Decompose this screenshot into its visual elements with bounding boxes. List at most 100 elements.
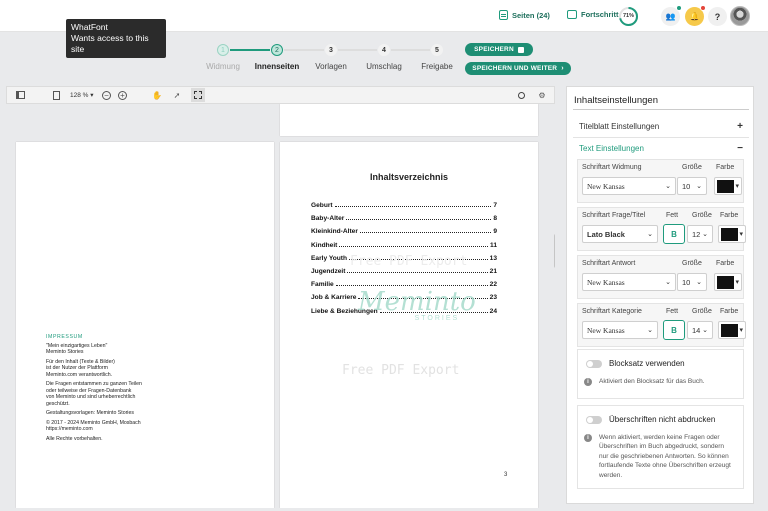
minus-icon: − <box>737 143 743 154</box>
bold-label: Fett <box>666 212 679 219</box>
info-icon: i <box>584 434 592 442</box>
zoom-in-icon[interactable]: + <box>118 91 127 100</box>
font-group-label: Schriftart Antwort <box>582 260 636 267</box>
justify-toggle[interactable] <box>586 360 602 368</box>
step-5-label[interactable]: Freigabe <box>421 62 453 71</box>
step-connector <box>230 49 270 51</box>
color-label: Farbe <box>720 308 739 315</box>
zoom-select[interactable]: 128 % ▾ <box>70 91 94 99</box>
step-1-marker[interactable]: 1 <box>217 44 229 56</box>
step-5-marker[interactable]: 5 <box>431 44 443 56</box>
user-add-button[interactable]: 👥 <box>661 5 682 26</box>
color-picker[interactable]: ▾ <box>718 225 746 243</box>
chevron-right-icon: › <box>561 65 564 72</box>
bold-toggle-button[interactable]: B <box>663 320 685 340</box>
pages-button[interactable]: Seiten (24) <box>499 10 550 20</box>
font-group: Schriftart Widmung New Kansas ⌄ Größe 10 ⌄ Far… <box>577 159 744 203</box>
viewer-scrollbar[interactable] <box>554 234 555 268</box>
step-4-marker[interactable]: 4 <box>378 44 390 56</box>
step-connector <box>391 49 430 51</box>
toc-entry: Kleinkind-Alter 9 <box>311 228 497 235</box>
imprint-block: IMPRESSUM "Mein einzigartiges Leben" Memi… <box>46 334 142 442</box>
font-family-value: New Kansas <box>587 325 625 335</box>
font-family-select[interactable]: New Kansas ⌄ <box>582 321 658 339</box>
watermark-text-2: Free PDF Export <box>342 363 460 378</box>
font-size-value: 10 <box>682 277 691 287</box>
bell-icon: 🔔 <box>689 12 700 21</box>
sidebar-toggle-icon[interactable] <box>15 90 25 100</box>
font-family-select[interactable]: New Kansas ⌄ <box>582 177 676 195</box>
font-size-value: 12 <box>692 229 701 239</box>
bold-icon: B <box>671 229 677 239</box>
font-size-select[interactable]: 14 ⌄ <box>687 321 713 339</box>
color-label: Farbe <box>716 164 735 171</box>
step-3-marker[interactable]: 3 <box>325 44 337 56</box>
progress-button[interactable]: Fortschritt <box>567 10 619 19</box>
imprint-line: von Meminto und sind urheberrechtlich <box>46 394 136 400</box>
zoom-value: 128 % <box>70 92 89 99</box>
font-size-select[interactable]: 12 ⌄ <box>687 225 713 243</box>
toc-entry-page: 8 <box>493 215 497 223</box>
notifications-button[interactable]: 🔔 <box>685 5 706 26</box>
toc-entry: Geburt 7 <box>311 202 497 209</box>
color-label: Farbe <box>716 260 735 267</box>
accordion-text-settings[interactable]: Text Einstellungen − <box>573 137 749 159</box>
titlepage-label: Titelblatt Einstellungen <box>579 121 660 131</box>
toc-leader-dots <box>334 206 492 207</box>
info-icon: i <box>584 378 592 386</box>
toc-entry-page: 21 <box>489 268 497 275</box>
color-swatch <box>721 228 738 241</box>
chevron-down-icon: ⌄ <box>665 279 671 286</box>
step-connector <box>284 49 324 51</box>
step-2-label[interactable]: Innenseiten <box>255 62 299 71</box>
save-button[interactable]: SPEICHERN <box>465 43 533 56</box>
avatar[interactable] <box>730 6 750 26</box>
hand-tool-icon[interactable]: ✋ <box>152 90 162 100</box>
bold-toggle-button[interactable]: B <box>663 224 685 244</box>
pdf-page-toc: Inhaltsverzeichnis Geburt 7 Baby-Alter 8 Kle… <box>280 142 538 508</box>
toc-entry: Jugendzeit 21 <box>311 268 497 275</box>
justify-label: Blocksatz verwenden <box>609 359 685 368</box>
color-picker[interactable]: ▾ <box>714 273 742 291</box>
font-family-value: New Kansas <box>587 277 625 287</box>
accordion-titlepage[interactable]: Titelblatt Einstellungen + <box>573 115 749 137</box>
marquee-tool-icon[interactable] <box>191 88 205 102</box>
step-4-label[interactable]: Umschlag <box>366 62 402 71</box>
font-size-select[interactable]: 10 ⌄ <box>677 273 707 291</box>
toc-entry-label: Job & Karriere <box>311 294 357 302</box>
color-swatch <box>717 180 734 193</box>
save-continue-label: SPEICHERN UND WEITER <box>472 65 558 72</box>
pdf-page-previous <box>280 104 538 136</box>
pdf-viewer[interactable]: IMPRESSUM "Mein einzigartiges Leben" Memi… <box>6 104 555 508</box>
step-3-label[interactable]: Vorlagen <box>315 62 347 71</box>
step-2-marker[interactable]: 2 <box>271 44 283 56</box>
font-size-select[interactable]: 10 ⌄ <box>677 177 707 195</box>
text-settings-label: Text Einstellungen <box>579 144 644 153</box>
step-1-label[interactable]: Widmung <box>206 62 240 71</box>
watermark-text-1: Free PDF Export <box>350 254 468 269</box>
chevron-down-icon: ⌄ <box>647 327 653 334</box>
zoom-out-icon[interactable]: − <box>102 91 111 100</box>
headings-toggle[interactable] <box>586 416 602 424</box>
size-label: Größe <box>682 164 702 171</box>
font-family-select[interactable]: Lato Black ⌄ <box>582 225 658 243</box>
save-continue-button[interactable]: SPEICHERN UND WEITER › <box>465 62 571 75</box>
font-group: Schriftart Kategorie New Kansas ⌄ Fett B Größ… <box>577 303 746 347</box>
toc-leader-dots <box>346 219 492 221</box>
font-family-select[interactable]: New Kansas ⌄ <box>582 273 676 291</box>
help-button[interactable]: ? <box>708 7 727 26</box>
pdf-page-imprint: IMPRESSUM "Mein einzigartiges Leben" Memi… <box>16 142 274 508</box>
settings-icon[interactable]: ⚙ <box>537 90 547 100</box>
headings-info-line: fortlaufende Texte ohne Überschriften er… <box>599 462 731 470</box>
search-icon[interactable] <box>516 90 526 100</box>
page-number: 3 <box>504 472 508 478</box>
headings-info-line: Wenn aktiviert, werden keine Fragen oder <box>599 434 720 441</box>
color-picker[interactable]: ▾ <box>714 177 742 195</box>
progress-label: Fortschritt <box>581 10 619 19</box>
document-icon[interactable] <box>51 90 61 100</box>
color-picker[interactable]: ▾ <box>718 321 746 339</box>
select-tool-icon[interactable]: ➚ <box>172 90 182 100</box>
chevron-down-icon: ▾ <box>739 327 743 334</box>
imprint-line: Die Fragen entstammen zu ganzen Teilen <box>46 381 142 387</box>
headings-info-line: Überschriften im Buch abgedruckt, sonder… <box>599 443 725 451</box>
